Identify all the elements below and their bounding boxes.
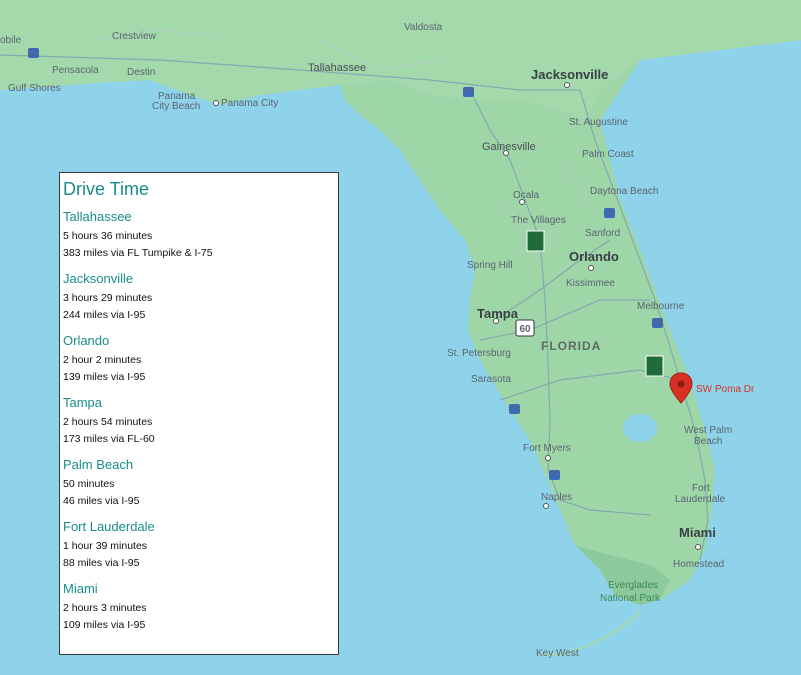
svg-text:4: 4 [607, 208, 613, 219]
destination-name: Tallahassee [63, 209, 132, 224]
label-fort-lauderdale-2: Lauderdale [675, 494, 725, 505]
destination-time: 3 hours 29 minutes [63, 292, 153, 304]
destination-name: Fort Lauderdale [63, 519, 155, 534]
label-orlando: Orlando [569, 249, 619, 264]
svg-text:10: 10 [28, 48, 40, 59]
label-the-villages: The Villages [511, 215, 566, 226]
destination-time: 2 hours 54 minutes [63, 416, 153, 428]
drive-time-panel: Drive Time Tallahassee 5 hours 36 minutes… [59, 172, 339, 655]
label-spring-hill: Spring Hill [467, 260, 513, 271]
interstate-shield-75: 75 [463, 87, 475, 98]
lake-okeechobee [623, 414, 657, 442]
label-daytona-beach: Daytona Beach [590, 186, 658, 197]
label-mobile: obile [0, 35, 22, 46]
state-route-shield-60: 60 [515, 319, 535, 337]
label-tampa: Tampa [477, 306, 519, 321]
label-sarasota: Sarasota [471, 374, 511, 385]
label-pensacola: Pensacola [52, 65, 99, 76]
label-st-augustine: St. Augustine [569, 117, 628, 128]
destination-route: 139 miles via I-95 [63, 371, 146, 383]
label-jacksonville: Jacksonville [531, 67, 608, 82]
destination-route: 46 miles via I-95 [63, 495, 140, 507]
svg-text:60: 60 [519, 324, 531, 335]
interstate-shield-95: 95 [652, 318, 664, 329]
label-west-palm-beach: West Palm [684, 425, 732, 436]
label-destin: Destin [127, 67, 155, 78]
label-everglades-2: National Park [600, 593, 661, 604]
destination-route: 88 miles via I-95 [63, 557, 140, 569]
destination-list: Tallahassee 5 hours 36 minutes 383 miles v… [63, 209, 338, 634]
destination-item: Miami 2 hours 3 minutes 109 miles via I-95 [63, 581, 338, 634]
label-west-palm-beach-2: Beach [694, 436, 722, 447]
interstate-shield-10: 10 [28, 48, 40, 59]
label-kissimmee: Kissimmee [566, 278, 615, 289]
turnpike-marker-north [526, 230, 545, 252]
destination-time: 2 hours 3 minutes [63, 602, 147, 614]
destination-time: 50 minutes [63, 478, 115, 490]
destination-route: 173 miles via FL-60 [63, 433, 155, 445]
svg-text:95: 95 [652, 318, 664, 329]
destination-route: 383 miles via FL Tumpike & I-75 [63, 247, 213, 259]
destination-name: Jacksonville [63, 271, 134, 286]
destination-route: 109 miles via I-95 [63, 619, 146, 631]
destination-time: 5 hours 36 minutes [63, 230, 153, 242]
svg-text:75: 75 [549, 470, 561, 481]
interstate-shield-75-naples: 75 [549, 470, 561, 481]
destination-item: Tallahassee 5 hours 36 minutes 383 miles v… [63, 209, 338, 262]
label-fort-myers: Fort Myers [523, 443, 571, 454]
label-melbourne: Melbourne [637, 301, 685, 312]
destination-item: Palm Beach 50 minutes 46 miles via I-95 [63, 457, 338, 510]
svg-text:75: 75 [509, 404, 521, 415]
label-sanford: Sanford [585, 228, 620, 239]
destination-name: Orlando [63, 333, 110, 348]
panel-title: Drive Time [63, 179, 150, 199]
destination-time: 2 hour 2 minutes [63, 354, 142, 366]
label-st-petersburg: St. Petersburg [447, 348, 511, 359]
label-gulf-shores: Gulf Shores [8, 83, 61, 94]
destination-item: Orlando 2 hour 2 minutes 139 miles via I-9… [63, 333, 338, 386]
destination-item: Jacksonville 3 hours 29 minutes 244 miles … [63, 271, 338, 324]
destination-name: Miami [63, 581, 98, 596]
destination-item: Fort Lauderdale 1 hour 39 minutes 88 miles… [63, 519, 338, 572]
label-tallahassee: Tallahassee [308, 62, 366, 74]
label-panama-city: Panama City [221, 98, 278, 109]
label-panama-city-beach-2: City Beach [152, 101, 200, 112]
label-naples: Naples [541, 492, 572, 503]
label-everglades: Everglades [608, 580, 658, 591]
interstate-shield-4: 4 [604, 208, 615, 219]
destination-name: Tampa [63, 395, 103, 410]
svg-text:75: 75 [463, 87, 475, 98]
label-gainesville: Gainesville [482, 141, 536, 153]
label-ocala: Ocala [513, 190, 540, 201]
label-miami: Miami [679, 525, 716, 540]
turnpike-marker-south [645, 355, 664, 377]
label-florida: FLORIDA [541, 339, 601, 353]
label-crestview: Crestview [112, 31, 157, 42]
label-palm-coast: Palm Coast [582, 149, 634, 160]
label-homestead: Homestead [673, 559, 724, 570]
destination-name: Palm Beach [63, 457, 134, 472]
destination-route: 244 miles via I-95 [63, 309, 146, 321]
label-valdosta: Valdosta [404, 22, 443, 33]
destination-item: Tampa 2 hours 54 minutes 173 miles via FL-… [63, 395, 338, 448]
interstate-shield-75-south: 75 [509, 404, 521, 415]
destination-time: 1 hour 39 minutes [63, 540, 148, 552]
marker-label: SW Poma Dr [696, 384, 755, 395]
label-key-west: Key West [536, 648, 579, 659]
label-fort-lauderdale: Fort [692, 483, 710, 494]
